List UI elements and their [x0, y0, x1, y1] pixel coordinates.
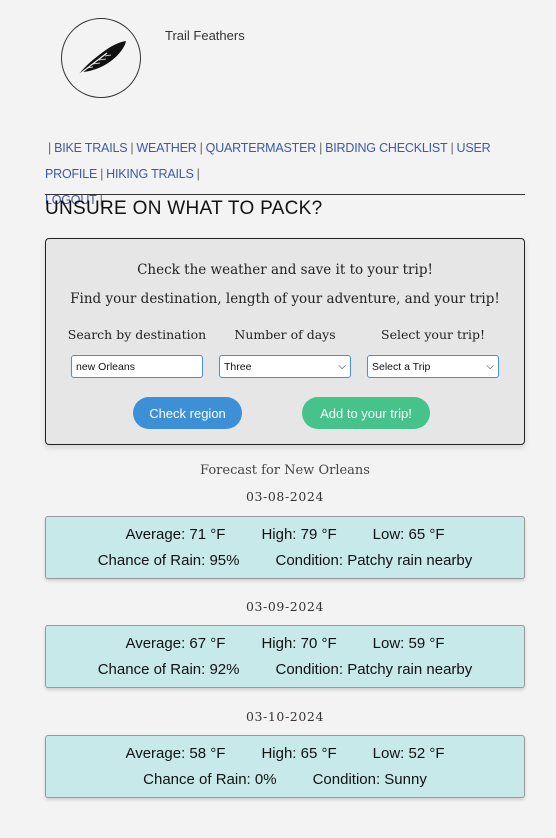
- low-temp: Low: 52 °F: [372, 745, 445, 762]
- high-temp: High: 65 °F: [261, 745, 337, 762]
- search-label: Search by destination: [67, 327, 207, 342]
- days-select-value: Three: [224, 360, 252, 373]
- panel-intro-line1: Check the weather and save it to your tr…: [137, 262, 433, 278]
- forecast-card: Average: 67 °F High: 70 °F Low: 59 °F Ch…: [45, 625, 525, 688]
- rain-chance: Chance of Rain: 92%: [97, 661, 240, 678]
- trip-select-value: Select a Trip: [372, 360, 431, 373]
- low-temp: Low: 65 °F: [372, 526, 445, 543]
- days-label: Number of days: [234, 327, 336, 342]
- low-temp: Low: 59 °F: [372, 635, 445, 652]
- weather-condition: Condition: Patchy rain nearby: [275, 661, 473, 678]
- trip-select[interactable]: Select a Trip ⌵: [367, 355, 499, 378]
- weather-search-panel: Check the weather and save it to your tr…: [45, 238, 525, 445]
- average-temp: Average: 58 °F: [125, 745, 226, 762]
- nav-hiking-trails[interactable]: Hiking Trails: [106, 167, 194, 181]
- forecast-date: 03-10-2024: [245, 709, 325, 724]
- divider: [45, 194, 525, 195]
- chevron-down-icon: ⌵: [486, 361, 494, 372]
- forecast-card: Average: 58 °F High: 65 °F Low: 52 °F Ch…: [45, 735, 525, 798]
- brand-name: Trail Feathers: [165, 28, 245, 43]
- check-region-button[interactable]: Check region: [133, 397, 242, 429]
- nav-separator: |: [450, 141, 454, 155]
- page-title: Unsure on what to pack?: [45, 198, 323, 219]
- forecast-title: Forecast for New Orleans: [200, 463, 370, 478]
- weather-condition: Condition: Sunny: [312, 771, 427, 788]
- feather-icon: [76, 41, 126, 77]
- average-temp: Average: 67 °F: [125, 635, 226, 652]
- average-temp: Average: 71 °F: [125, 526, 226, 543]
- nav-quartermaster[interactable]: Quartermaster: [206, 141, 317, 155]
- destination-search-input[interactable]: new Orleans: [71, 355, 203, 378]
- nav-bike-trails[interactable]: Bike Trails: [54, 141, 127, 155]
- high-temp: High: 70 °F: [261, 635, 337, 652]
- nav-separator: |: [100, 167, 104, 181]
- high-temp: High: 79 °F: [261, 526, 337, 543]
- rain-chance: Chance of Rain: 0%: [143, 771, 277, 788]
- forecast-date: 03-08-2024: [245, 489, 325, 504]
- rain-chance: Chance of Rain: 95%: [97, 552, 240, 569]
- nav-separator: |: [130, 141, 134, 155]
- destination-search-value: new Orleans: [76, 360, 135, 373]
- logo[interactable]: [61, 18, 141, 98]
- panel-intro-line2: Find your destination, length of your ad…: [70, 291, 500, 307]
- nav-separator: |: [199, 141, 203, 155]
- add-to-trip-button[interactable]: Add to your trip!: [302, 397, 430, 429]
- nav-weather[interactable]: Weather: [136, 141, 196, 155]
- nav-separator: |: [319, 141, 323, 155]
- trip-label: Select your trip!: [381, 327, 485, 342]
- days-select[interactable]: Three ⌵: [219, 355, 351, 378]
- weather-condition: Condition: Patchy rain nearby: [275, 552, 473, 569]
- chevron-down-icon: ⌵: [338, 361, 346, 372]
- forecast-card: Average: 71 °F High: 79 °F Low: 65 °F Ch…: [45, 516, 525, 579]
- forecast-date: 03-09-2024: [245, 599, 325, 614]
- nav-separator: |: [196, 167, 200, 181]
- nav-birding-checklist[interactable]: Birding Checklist: [325, 141, 448, 155]
- nav-separator: |: [48, 141, 52, 155]
